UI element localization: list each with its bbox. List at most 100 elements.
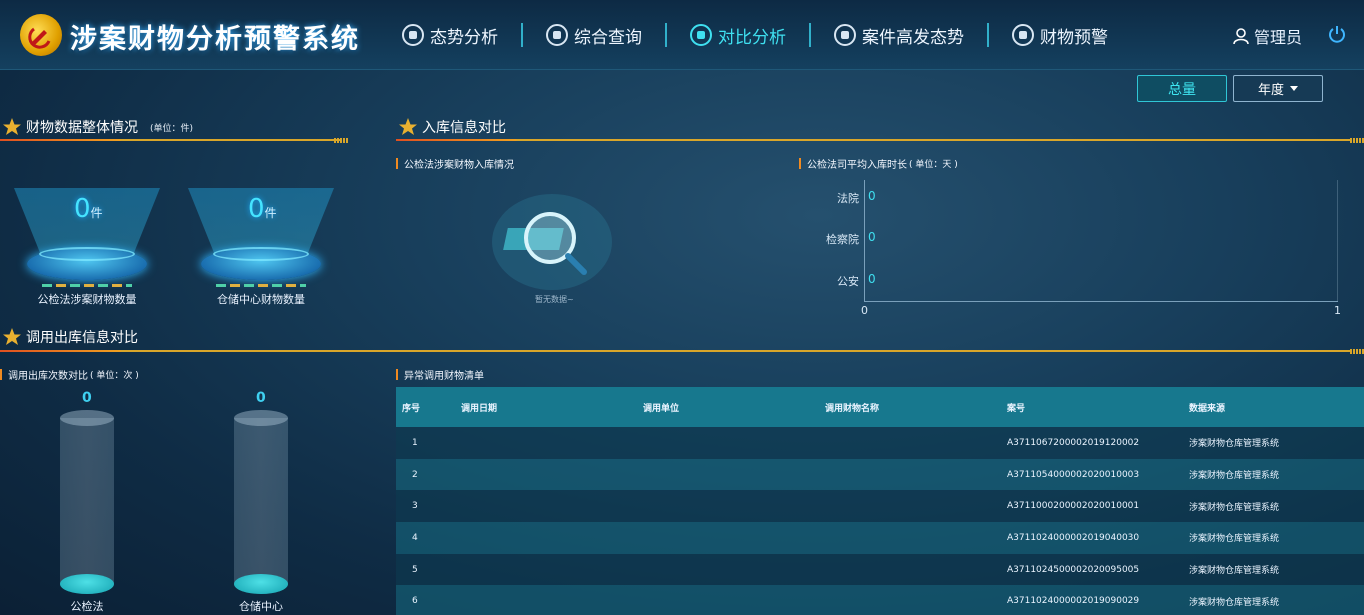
cell-source: 涉案财物仓库管理系统 bbox=[1189, 534, 1280, 545]
cell-no: 4 bbox=[412, 532, 418, 543]
storage-section-title: 入库信息对比 bbox=[398, 117, 506, 137]
warehouse-property-count: 0件 bbox=[248, 194, 277, 224]
bar-label-court: 法院 bbox=[837, 192, 859, 205]
cylinder-value-police: 0 bbox=[82, 390, 92, 406]
cell-no: 6 bbox=[412, 596, 418, 607]
nav-property-alert[interactable]: 财物预警 bbox=[1010, 20, 1110, 50]
cell-no: 3 bbox=[412, 501, 418, 512]
nav-label: 综合查询 bbox=[574, 27, 642, 48]
cell-no: 5 bbox=[412, 564, 418, 575]
overview-section-title: 财物数据整体情况 (单位：件) bbox=[2, 117, 193, 137]
col-header-unit: 调用单位 bbox=[643, 403, 680, 414]
table-row[interactable]: 2 A3711054000002020010003 涉案财物仓库管理系统 bbox=[396, 458, 1364, 491]
user-menu[interactable]: 管理员 bbox=[1232, 24, 1302, 48]
x-tick: 0 bbox=[861, 304, 868, 317]
no-data-magnifier-icon bbox=[492, 194, 612, 290]
col-header-source: 数据来源 bbox=[1189, 403, 1226, 414]
nav-comparison-analysis[interactable]: 对比分析 bbox=[688, 20, 788, 50]
chart-y-axis bbox=[864, 180, 865, 301]
table-row[interactable]: 1 A3711067200002019120002 涉案财物仓库管理系统 bbox=[396, 427, 1364, 459]
bar-value-police: 0 bbox=[868, 272, 876, 286]
table-row[interactable]: 3 A3711000200002020010001 涉案财物仓库管理系统 bbox=[396, 490, 1364, 523]
power-icon[interactable] bbox=[1327, 24, 1347, 44]
underline-end bbox=[1350, 138, 1364, 143]
top-bar: 涉案财物分析预警系统 态势分析 综合查询 对比分析 案件高发态势 财物预警 管理… bbox=[0, 0, 1364, 70]
no-data-text: 暂无数据~ bbox=[535, 295, 574, 304]
storage-left-subtitle: 公检法涉案财物入库情况 bbox=[396, 156, 514, 171]
cylinder-value-warehouse: 0 bbox=[256, 390, 266, 406]
cylinder-label-warehouse: 仓储中心 bbox=[239, 600, 283, 613]
cell-case-no: A3711054000002020010003 bbox=[1007, 469, 1140, 480]
underline-end bbox=[334, 138, 348, 143]
cell-no: 1 bbox=[412, 437, 418, 448]
nav-divider bbox=[521, 23, 523, 47]
party-emblem-icon bbox=[20, 14, 62, 56]
cell-case-no: A3711000200002020010001 bbox=[1007, 501, 1140, 512]
outbound-subtitle: 调用出库次数对比( 单位：次 ) bbox=[0, 367, 139, 382]
anomaly-table: 序号 调用日期 调用单位 调用财物名称 案号 数据来源 1 A371106720… bbox=[396, 387, 1364, 615]
cell-no: 2 bbox=[412, 469, 418, 480]
storage-title: 入库信息对比 bbox=[422, 120, 506, 136]
cell-source: 涉案财物仓库管理系统 bbox=[1189, 471, 1280, 482]
cell-case-no: A3711024000002019090029 bbox=[1007, 596, 1140, 607]
bar-label-procuratorate: 检察院 bbox=[826, 233, 859, 246]
main-nav: 态势分析 综合查询 对比分析 案件高发态势 财物预警 bbox=[400, 20, 1110, 50]
warehouse-property-label: 仓储中心财物数量 bbox=[217, 293, 305, 306]
table-row[interactable]: 4 A3711024000002019040030 涉案财物仓库管理系统 bbox=[396, 522, 1364, 554]
outbound-section-title: 调用出库信息对比 bbox=[2, 327, 138, 347]
nav-label: 财物预警 bbox=[1040, 27, 1108, 48]
total-button[interactable]: 总量 bbox=[1137, 75, 1227, 102]
underline-end bbox=[1350, 349, 1364, 354]
outbound-title: 调用出库信息对比 bbox=[26, 330, 138, 346]
nav-divider bbox=[665, 23, 667, 47]
search-target-icon bbox=[546, 24, 568, 46]
app-title: 涉案财物分析预警系统 bbox=[70, 24, 360, 55]
bar-value-procuratorate: 0 bbox=[868, 230, 876, 244]
table-row[interactable]: 6 A3711024000002019090029 涉案财物仓库管理系统 bbox=[396, 585, 1364, 615]
total-label: 总量 bbox=[1168, 81, 1196, 98]
nav-divider bbox=[987, 23, 989, 47]
col-header-no: 序号 bbox=[402, 403, 421, 414]
storage-right-subtitle: 公检法司平均入库时长( 单位：天 ) bbox=[799, 156, 958, 171]
section-underline bbox=[396, 139, 1352, 141]
table-header-row: 序号 调用日期 调用单位 调用财物名称 案号 数据来源 bbox=[396, 387, 1364, 427]
cell-source: 涉案财物仓库管理系统 bbox=[1189, 597, 1280, 608]
cylinder-label-police: 公检法 bbox=[70, 600, 104, 613]
user-name: 管理员 bbox=[1254, 28, 1303, 47]
nav-comprehensive-query[interactable]: 综合查询 bbox=[544, 20, 644, 50]
police-property-count: 0件 bbox=[74, 194, 103, 224]
nav-divider bbox=[809, 23, 811, 47]
cell-source: 涉案财物仓库管理系统 bbox=[1189, 566, 1280, 577]
x-tick: 1 bbox=[1334, 304, 1341, 317]
cell-source: 涉案财物仓库管理系统 bbox=[1189, 439, 1280, 450]
police-property-label: 公检法涉案财物数量 bbox=[37, 293, 137, 306]
chevron-down-icon bbox=[1290, 86, 1298, 91]
col-header-item-name: 调用财物名称 bbox=[825, 403, 880, 414]
table-row[interactable]: 5 A3711024500002020095005 涉案财物仓库管理系统 bbox=[396, 553, 1364, 586]
overview-unit: (单位：件) bbox=[150, 123, 194, 134]
user-icon bbox=[1233, 28, 1249, 45]
overview-title: 财物数据整体情况 bbox=[26, 120, 138, 136]
compare-icon bbox=[690, 24, 712, 46]
section-underline bbox=[0, 139, 340, 141]
year-label: 年度 bbox=[1257, 83, 1284, 98]
section-underline bbox=[0, 350, 1352, 352]
star-icon bbox=[3, 118, 21, 135]
nav-case-trend[interactable]: 案件高发态势 bbox=[832, 20, 966, 50]
bar-value-court: 0 bbox=[868, 189, 876, 203]
nav-label: 案件高发态势 bbox=[862, 27, 964, 48]
chart-x-axis bbox=[864, 301, 1338, 302]
nav-situation-analysis[interactable]: 态势分析 bbox=[400, 20, 500, 50]
cell-case-no: A3711067200002019120002 bbox=[1007, 437, 1140, 448]
cell-case-no: A3711024000002019040030 bbox=[1007, 532, 1140, 543]
anomaly-subtitle: 异常调用财物清单 bbox=[396, 367, 484, 382]
cell-case-no: A3711024500002020095005 bbox=[1007, 564, 1140, 575]
col-header-date: 调用日期 bbox=[461, 403, 498, 414]
chart-trend-icon bbox=[834, 24, 856, 46]
nav-label: 态势分析 bbox=[430, 27, 498, 48]
year-dropdown[interactable]: 年度 bbox=[1233, 75, 1323, 102]
nav-label: 对比分析 bbox=[718, 27, 786, 48]
star-icon bbox=[399, 118, 417, 135]
cylinder-warehouse bbox=[234, 408, 288, 594]
cylinder-police bbox=[60, 408, 114, 594]
